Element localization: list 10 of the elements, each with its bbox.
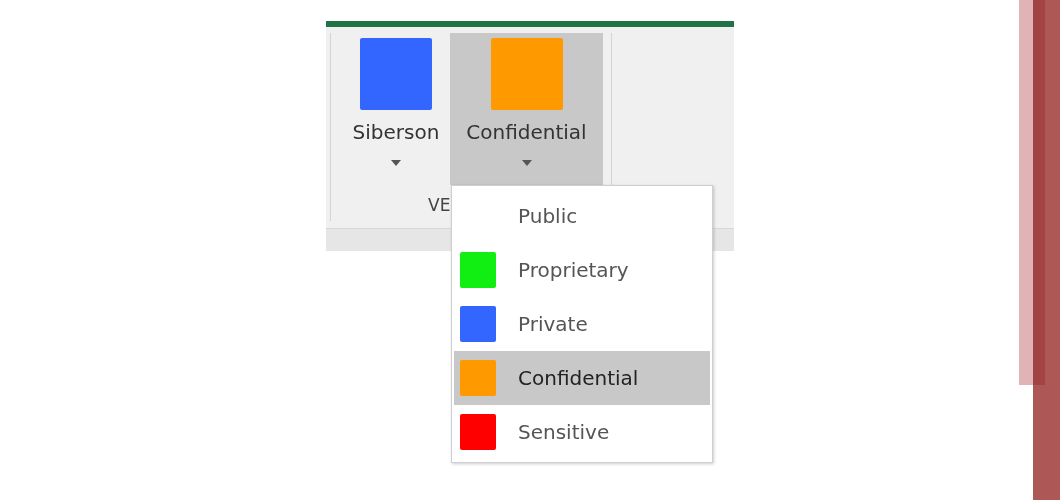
label-button[interactable]: Siberson [342,33,450,185]
menu-item[interactable]: Confidential [454,351,710,405]
caret-icon [521,160,532,166]
caret-icon [391,160,401,166]
menu-item[interactable]: Public [454,189,710,243]
menu-item[interactable]: Private [454,297,710,351]
group-label: VE [428,195,452,215]
label-button[interactable]: Confidential [450,33,603,185]
menu-item[interactable]: Proprietary [454,243,710,297]
menu-item[interactable]: Sensitive [454,405,710,459]
